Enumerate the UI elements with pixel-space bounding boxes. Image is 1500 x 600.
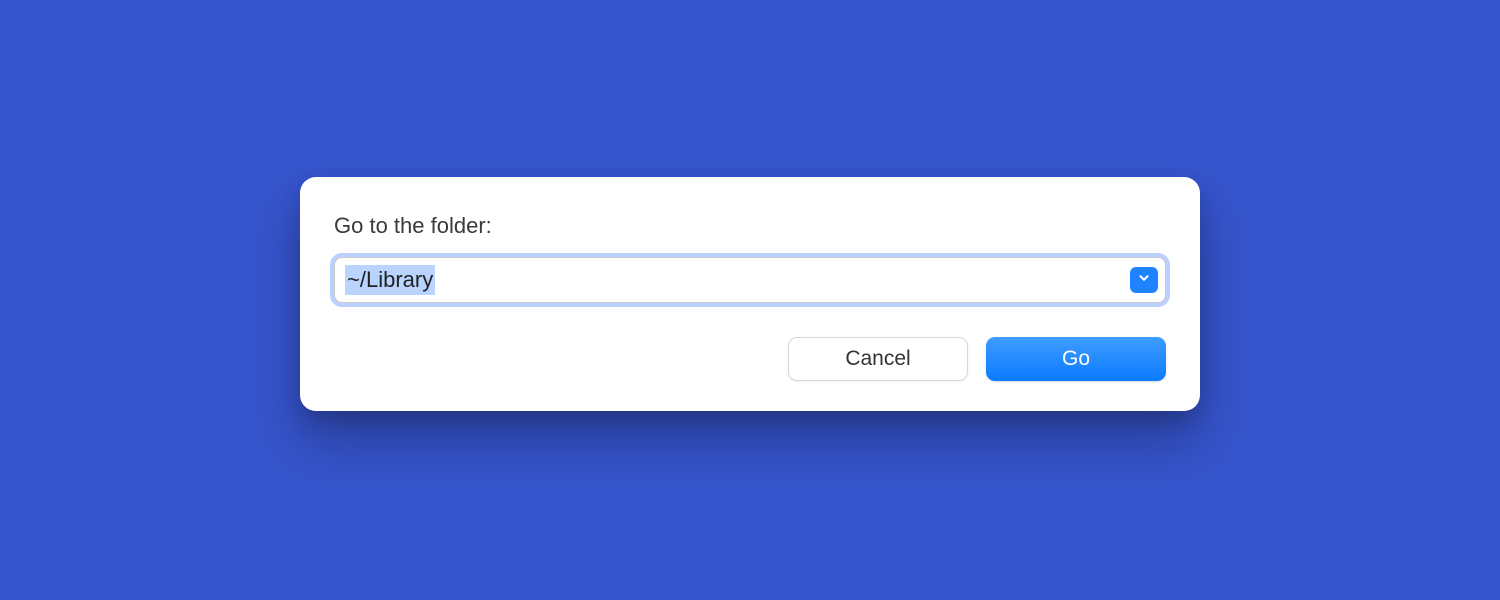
path-history-dropdown[interactable] [1130, 267, 1158, 293]
path-input-value: ~/Library [345, 265, 435, 295]
chevron-down-icon [1137, 271, 1151, 290]
go-to-folder-dialog: Go to the folder: ~/Library Cancel Go [300, 177, 1200, 411]
path-input[interactable]: ~/Library [334, 257, 1166, 303]
path-input-row: ~/Library [334, 257, 1166, 303]
dialog-button-row: Cancel Go [334, 337, 1166, 381]
go-button[interactable]: Go [986, 337, 1166, 381]
go-button-label: Go [1062, 347, 1090, 371]
cancel-button[interactable]: Cancel [788, 337, 968, 381]
cancel-button-label: Cancel [845, 347, 910, 371]
dialog-label: Go to the folder: [334, 213, 1166, 239]
